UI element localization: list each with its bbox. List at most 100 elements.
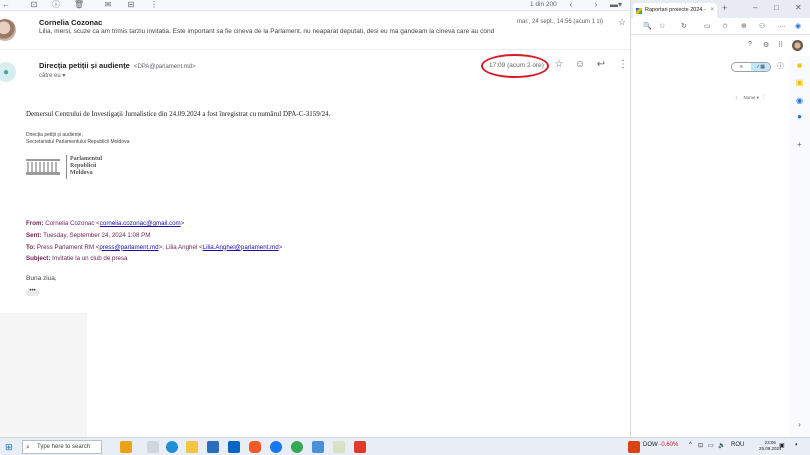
- logo-line: Republicii: [70, 163, 97, 169]
- list-view-icon[interactable]: ≡: [732, 63, 751, 71]
- help-icon[interactable]: ?: [748, 41, 752, 48]
- more-vert-icon[interactable]: ⋮: [148, 0, 160, 10]
- fwd-sent-row: Sent: Tuesday, September 24, 2024 1:08 P…: [26, 230, 282, 242]
- tasks-icon[interactable]: ◉: [795, 96, 804, 105]
- reply-icon[interactable]: ↩: [595, 59, 607, 70]
- tab-close-icon[interactable]: ×: [710, 3, 714, 18]
- settings-icon[interactable]: ⚙: [763, 41, 769, 49]
- stock-change: -0.60%: [659, 442, 679, 448]
- avatar[interactable]: [0, 19, 16, 41]
- gmail-toolbar: ← ⊡ ⓘ 🗑 ✉ ⊟ ⋮ 1 din 200 ‹ › ▬▾: [0, 0, 630, 11]
- more-horiz-icon[interactable]: …: [779, 22, 786, 29]
- weather-icon[interactable]: ◐: [795, 442, 799, 448]
- acrobat-icon[interactable]: [354, 441, 366, 453]
- app-icon[interactable]: [312, 441, 324, 453]
- avatar[interactable]: ●: [0, 62, 16, 82]
- chrome-icon[interactable]: [291, 441, 303, 453]
- new-tab-button[interactable]: +: [722, 3, 727, 13]
- taskbar: ⊞ ⌕ Type here to search DOW -0.60% ^ ⊡ ▭…: [0, 437, 810, 455]
- show-trimmed-button[interactable]: •••: [26, 288, 39, 296]
- mail-icon[interactable]: [228, 441, 240, 453]
- app-icon[interactable]: [333, 441, 345, 453]
- message1-sender[interactable]: Cornelia Cozonac: [39, 18, 102, 27]
- grid-view-icon[interactable]: ✓▦: [751, 63, 770, 71]
- file-explorer-icon[interactable]: [186, 441, 198, 453]
- star-icon[interactable]: ☆: [553, 59, 565, 70]
- back-arrow-icon[interactable]: ←: [0, 0, 12, 10]
- info-icon[interactable]: ⓘ: [777, 61, 784, 71]
- task-view-icon[interactable]: [147, 441, 159, 453]
- more-vert-icon[interactable]: ⋮: [617, 59, 629, 70]
- person-icon: ●: [2, 66, 10, 78]
- fwd-to-email-link[interactable]: Lilia.Anghel@parlament.md: [203, 244, 279, 251]
- archive-icon[interactable]: ⊡: [28, 0, 40, 10]
- message1-snippet[interactable]: Lilia, mersi, scuze ca am trimis tarziu …: [39, 28, 494, 35]
- signature: Direcția petiții și audiențe, Secretaria…: [26, 132, 129, 146]
- add-on-icon[interactable]: +: [795, 140, 804, 149]
- fwd-to-separator: >; Lilia Anghel <: [158, 243, 203, 251]
- desktop: ← ⊡ ⓘ 🗑 ✉ ⊟ ⋮ 1 din 200 ‹ › ▬▾ Cornelia …: [0, 0, 810, 455]
- store-icon[interactable]: [207, 441, 219, 453]
- edge-icon[interactable]: [166, 441, 178, 453]
- brave-icon[interactable]: [249, 441, 261, 453]
- stock-name: DOW: [643, 442, 658, 448]
- apps-grid-icon[interactable]: ⠿: [778, 41, 783, 49]
- stock-widget[interactable]: DOW -0.60%: [643, 442, 678, 448]
- maximize-button[interactable]: □: [774, 3, 779, 12]
- split-view-icon[interactable]: ▭: [704, 22, 711, 30]
- report-spam-icon[interactable]: ⓘ: [50, 0, 62, 10]
- fwd-from-email-link[interactable]: cornelia.cozonac@gmail.com: [100, 220, 181, 227]
- move-to-icon[interactable]: ⊟: [125, 0, 137, 10]
- app-icon[interactable]: [120, 441, 132, 453]
- avatar[interactable]: [792, 40, 803, 51]
- language-indicator[interactable]: ROU: [731, 442, 744, 448]
- emoji-icon[interactable]: ☺: [574, 59, 586, 70]
- recipient-details[interactable]: către eu ▾: [39, 72, 65, 79]
- parliament-building-icon: [26, 159, 60, 175]
- side-panel: ■ ▣ ◉ ● + ›: [789, 56, 810, 437]
- profile-sync-icon[interactable]: ⚇: [759, 22, 765, 30]
- parliament-logo: Parlamentul Republicii Moldova: [26, 155, 126, 179]
- favorites-icon[interactable]: ✩: [722, 22, 728, 30]
- reload-icon[interactable]: ↻: [681, 22, 687, 30]
- bookmark-icon[interactable]: ☆: [659, 22, 665, 30]
- facebook-icon[interactable]: [270, 441, 282, 453]
- volume-icon[interactable]: 🔈: [718, 442, 725, 449]
- fwd-subject-value: Invitatie la un club de presa: [52, 255, 128, 263]
- sort-label: Nume ▾: [743, 95, 760, 100]
- calendar-icon[interactable]: ▣: [795, 78, 804, 87]
- keyboard-icon[interactable]: ▬▾: [608, 0, 624, 10]
- tray-chevron-icon[interactable]: ^: [689, 442, 692, 448]
- mark-unread-icon[interactable]: ✉: [102, 0, 114, 10]
- chevron-right-icon[interactable]: ›: [795, 420, 804, 429]
- battery-icon[interactable]: ▭: [708, 442, 714, 449]
- more-vert-icon[interactable]: ⋮: [762, 95, 767, 100]
- fwd-to-email-link[interactable]: press@parlament.md: [99, 244, 158, 251]
- zoom-icon[interactable]: 🔍: [643, 22, 652, 30]
- newer-icon[interactable]: ›: [590, 0, 602, 10]
- view-toggle[interactable]: ≡ ✓▦: [731, 62, 771, 72]
- fwd-subject-label: Subject:: [26, 255, 51, 263]
- copilot-icon[interactable]: ◉: [795, 22, 801, 30]
- star-icon[interactable]: ☆: [618, 17, 626, 28]
- search-placeholder: Type here to search: [37, 444, 91, 450]
- sort-control[interactable]: ↑ Nume ▾ ⋮: [735, 95, 766, 101]
- message-body: Demersul Centrului de Investigații Jurna…: [26, 110, 616, 118]
- delete-icon[interactable]: 🗑: [73, 0, 85, 10]
- contacts-icon[interactable]: ●: [795, 112, 804, 121]
- older-icon[interactable]: ‹: [565, 0, 577, 10]
- message2-header[interactable]: Direcția petiții și audiențe <DPA@parlam…: [39, 61, 196, 70]
- gmail-window: ← ⊡ ⓘ 🗑 ✉ ⊟ ⋮ 1 din 200 ‹ › ▬▾ Cornelia …: [0, 0, 630, 437]
- notifications-icon[interactable]: ▣: [779, 442, 785, 449]
- collections-icon[interactable]: ⊕: [741, 22, 747, 30]
- tab-raportari[interactable]: Raportari proiecte 2024 - ×: [633, 3, 717, 18]
- fwd-from-label: From:: [26, 220, 44, 227]
- tab-strip: Raportari proiecte 2024 - × + – □ ✕: [631, 0, 810, 18]
- left-pane: [0, 313, 87, 437]
- close-window-button[interactable]: ✕: [795, 3, 802, 12]
- taskbar-search[interactable]: ⌕ Type here to search: [22, 440, 102, 454]
- network-icon[interactable]: ⊡: [698, 442, 703, 449]
- keep-icon[interactable]: ■: [795, 61, 804, 70]
- windows-start-icon[interactable]: ⊞: [5, 442, 15, 452]
- minimize-button[interactable]: –: [753, 3, 757, 12]
